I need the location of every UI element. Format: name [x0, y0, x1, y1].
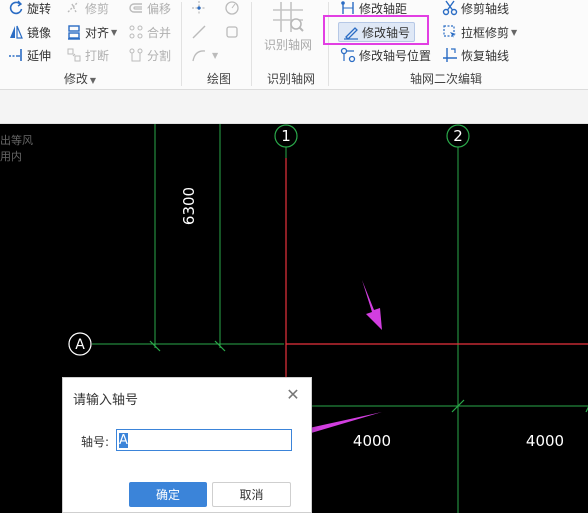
line-icon — [191, 24, 207, 40]
rotate-button[interactable]: 旋转 — [8, 0, 51, 18]
ok-button[interactable]: 确定 — [129, 482, 207, 507]
chevron-down-icon: ▼ — [89, 76, 97, 85]
restore-grid-icon — [442, 47, 458, 63]
axis-a-label[interactable]: A — [75, 337, 85, 353]
trim-axis-button[interactable]: 修剪轴线 — [442, 0, 509, 18]
modify-axis-number-position-button[interactable]: 修改轴号位置 — [340, 45, 431, 65]
offset-button[interactable]: 偏移 — [128, 0, 171, 18]
draw-group-label: 绘图 — [206, 72, 231, 86]
axis-edit-group-label: 轴网二次编辑 — [409, 72, 482, 86]
dimension-text-span-2: 4000 — [526, 432, 564, 450]
draw-point-button[interactable] — [191, 0, 210, 18]
chevron-down-icon: ▼ — [212, 50, 219, 60]
draw-polyline-button[interactable]: ▼ — [191, 45, 218, 65]
polyline-icon — [191, 47, 207, 63]
axis-spacing-icon — [340, 0, 356, 16]
axis-number-label: 轴号: — [81, 435, 110, 449]
axis-2-label[interactable]: 2 — [453, 127, 463, 145]
rectangle-icon — [224, 24, 240, 40]
draw-line-button[interactable] — [191, 22, 210, 42]
input-axis-number-dialog: 请输入轴号 ✕ 轴号: 确定 取消 — [62, 377, 312, 513]
rotate-icon — [8, 0, 24, 16]
mirror-button[interactable]: 镜像 — [8, 22, 51, 42]
modify-group-label[interactable]: 修改 ▼ — [40, 70, 120, 87]
draw-arc-button[interactable] — [224, 0, 243, 18]
dimension-text-vertical: 6300 — [180, 187, 198, 225]
grid-scan-icon — [273, 2, 304, 32]
close-icon[interactable]: ✕ — [285, 387, 301, 403]
trim-icon — [66, 0, 82, 16]
ribbon-toolbar: 旋转 修剪 偏移 镜像 对齐 ▼ 合并 延伸 打断 分割 修改 ▼ ▼ 绘图 识… — [0, 0, 588, 90]
axis-1-label[interactable]: 1 — [281, 127, 291, 145]
mirror-icon — [8, 24, 24, 40]
cancel-button[interactable]: 取消 — [212, 482, 291, 507]
scissors-icon — [442, 0, 458, 16]
axis-number-input[interactable] — [116, 429, 292, 451]
restore-axis-button[interactable]: 恢复轴线 — [442, 45, 509, 65]
align-icon — [66, 24, 82, 40]
chevron-down-icon: ▼ — [511, 27, 518, 37]
recognize-group-label: 识别轴网 — [266, 72, 315, 86]
group-divider — [181, 2, 182, 86]
align-button[interactable]: 对齐 ▼ — [66, 22, 117, 42]
extend-button[interactable]: 延伸 — [8, 45, 51, 65]
highlight-box — [323, 15, 429, 45]
split-icon — [128, 47, 144, 63]
chevron-down-icon: ▼ — [111, 27, 118, 37]
trim-button[interactable]: 修剪 — [66, 0, 109, 18]
box-cursor-icon — [442, 24, 458, 40]
move-number-icon — [340, 47, 356, 63]
break-icon — [66, 47, 82, 63]
extend-icon — [8, 47, 24, 63]
annotation-arrow — [362, 280, 382, 330]
break-button[interactable]: 打断 — [66, 45, 109, 65]
offset-icon — [128, 0, 144, 16]
dialog-title: 请输入轴号 — [73, 393, 139, 408]
merge-icon — [128, 24, 144, 40]
crosshair-icon — [191, 0, 207, 16]
draw-rect-button[interactable] — [224, 22, 243, 42]
dimension-text-span-1: 4000 — [353, 432, 391, 450]
recognize-axis-button[interactable]: 识别轴网 — [260, 0, 316, 58]
split-button[interactable]: 分割 — [128, 45, 171, 65]
circle-icon — [224, 0, 240, 16]
box-trim-button[interactable]: 拉框修剪 ▼ — [442, 22, 517, 42]
group-divider — [251, 2, 252, 86]
merge-button[interactable]: 合并 — [128, 22, 171, 42]
toolbar-strip — [0, 90, 588, 124]
